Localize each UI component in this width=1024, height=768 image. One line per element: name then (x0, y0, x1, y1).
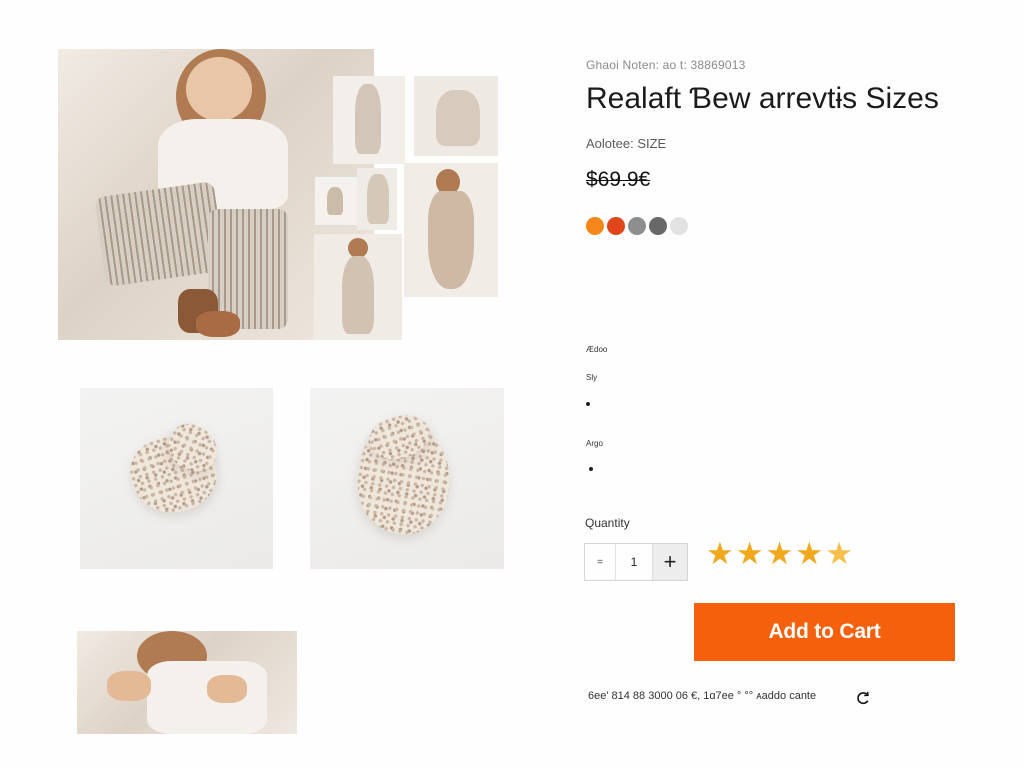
option-label-2: Sly (586, 373, 598, 382)
collage-photo-5[interactable] (404, 163, 498, 297)
star-half-icon: ★ (825, 536, 853, 571)
color-swatch-dark-gray[interactable] (649, 217, 667, 235)
quantity-stepper: = 1 + (584, 543, 688, 581)
option-radio-2[interactable] (589, 467, 593, 471)
product-meta-line: Ghaoi Noten: ao t: 38869013 (586, 58, 746, 72)
quantity-input[interactable]: 1 (616, 544, 652, 580)
color-swatches (586, 217, 688, 235)
product-detail-photo-1[interactable] (80, 388, 273, 569)
product-detail-photo-2[interactable] (310, 388, 504, 569)
product-title: Realaft Ɓew arrevtɨs Sizes (586, 82, 939, 115)
quantity-label: Quantity (585, 516, 630, 530)
color-swatch-red-orange[interactable] (607, 217, 625, 235)
rating-stars: ★ ★ ★ ★ ★ (706, 537, 853, 571)
trousers-left (94, 181, 226, 287)
sandal-right (196, 311, 240, 337)
add-to-cart-button[interactable]: Add to Cart (694, 603, 955, 661)
color-swatch-orange[interactable] (586, 217, 604, 235)
shipping-info-text: 6ee' 814 88 3000 06 €, 1ɑ7ee ° °° ᴀaddo … (588, 690, 817, 702)
option-radio-1[interactable] (586, 402, 590, 406)
quantity-increment-button[interactable]: + (652, 544, 687, 580)
star-icon: ★ (735, 536, 764, 571)
face-shape (186, 57, 252, 121)
color-swatch-gray[interactable] (628, 217, 646, 235)
collage-photo-1[interactable] (333, 76, 405, 164)
color-swatch-light-gray[interactable] (670, 217, 688, 235)
option-label-1: Ædoo (586, 345, 608, 354)
collage-photo-4[interactable] (357, 168, 397, 230)
product-price: $69.9€ (586, 168, 651, 191)
collage-photo-3[interactable] (314, 176, 358, 226)
star-icon: ★ (765, 536, 794, 571)
refresh-icon[interactable] (855, 690, 871, 706)
star-icon: ★ (706, 536, 734, 571)
lifestyle-photo[interactable] (77, 631, 297, 734)
collage-photo-2[interactable] (414, 76, 498, 156)
quantity-decrement-button[interactable]: = (585, 544, 616, 580)
collage-photo-6[interactable] (314, 234, 402, 340)
star-icon: ★ (795, 536, 824, 571)
size-label: Aolotee: SIZE (586, 136, 667, 151)
option-label-3: Argo (586, 439, 603, 448)
